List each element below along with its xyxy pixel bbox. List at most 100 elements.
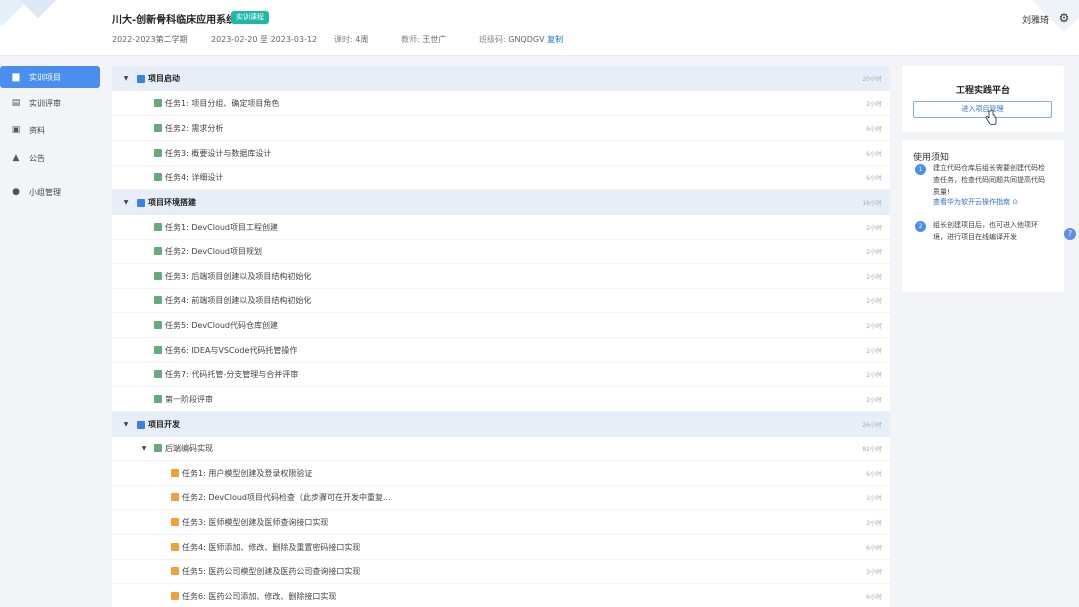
task-label: 任务5: 医药公司模型创建及医药公司查询接口实现 (182, 566, 361, 576)
task-row[interactable]: 任务4: 详细设计 6小时 (112, 165, 890, 190)
task-icon (171, 567, 179, 575)
section-hours: 26小时 (862, 422, 882, 429)
task-label: 任务3: 后端项目创建以及项目结构初始化 (165, 271, 312, 281)
teacher-value: 王世广 (422, 35, 447, 44)
task-doc-icon (154, 247, 162, 255)
hand-cursor-icon (985, 110, 997, 125)
section-icon (137, 420, 145, 429)
task-row[interactable]: 任务4: 医师添加、修改、删除及重置密码接口实现 6小时 (112, 535, 890, 560)
section-hours: 16小时 (862, 200, 882, 207)
section-environment-setup[interactable]: ▼ 项目环境搭建 16小时 (112, 190, 890, 215)
task-hours: 6小时 (866, 544, 882, 552)
task-doc-icon (154, 223, 162, 231)
section-hours: 20小时 (862, 76, 882, 83)
gear-icon[interactable]: ⚙ (1057, 11, 1071, 25)
task-row[interactable]: 任务1: DevCloud项目工程创建 2小时 (112, 215, 890, 240)
task-icon (171, 543, 179, 551)
username[interactable]: 刘雅琦 (1022, 13, 1049, 26)
sidebar-item-announcements[interactable]: ▲ 公告 (0, 147, 100, 169)
duration-label: 课时: (334, 35, 353, 44)
task-label: 任务5: DevCloud代码仓库创建 (165, 320, 278, 330)
task-label: 任务6: IDEA与VSCode代码托管操作 (165, 345, 298, 355)
sidebar-item-groups[interactable]: ● 小组管理 (0, 181, 100, 203)
bell-icon: ▲ (12, 153, 20, 163)
review-icon: ▤ (11, 98, 21, 108)
task-label: 任务3: 医师模型创建及医师查询接口实现 (182, 517, 329, 527)
task-hours: 6小时 (866, 593, 882, 601)
task-doc-icon (154, 149, 162, 157)
task-label: 任务1: 用户模型创建及登录权限验证 (182, 468, 313, 478)
group-icon: ● (12, 187, 20, 197)
task-row[interactable]: 任务5: DevCloud代码仓库创建 2小时 (112, 313, 890, 338)
section-icon (137, 74, 145, 83)
section-icon (137, 198, 145, 207)
task-hours: 6小时 (866, 150, 882, 158)
task-row[interactable]: 任务3: 后端项目创建以及项目结构初始化 2小时 (112, 264, 890, 289)
task-doc-icon (154, 370, 162, 378)
chevron-down-icon[interactable]: ▼ (122, 199, 130, 206)
copy-button[interactable]: 复制 (547, 35, 563, 44)
task-icon (171, 518, 179, 526)
guide-link-label: 查看华为软开云操作指南 (933, 198, 1010, 206)
usage-notice-card: 使用须知 1 建立代码仓库后组长需要创建代码检查任务，检查代码同题共同提高代码质… (902, 140, 1064, 292)
platform-title: 工程实践平台 (955, 86, 1010, 96)
sidebar-item-review[interactable]: ▤ 实训评审 (0, 92, 100, 114)
task-row[interactable]: 任务4: 前端项目创建以及项目结构初始化 2小时 (112, 288, 890, 313)
help-icon[interactable]: ? (1064, 228, 1076, 240)
sidebar-item-label: 实训项目 (29, 72, 61, 82)
task-doc-icon (154, 346, 162, 354)
task-row[interactable]: 任务1: 项目分组、确定项目角色 2小时 (112, 91, 890, 116)
section-project-start[interactable]: ▼ 项目启动 20小时 (112, 66, 890, 91)
task-icon (171, 592, 179, 600)
class-code: 班级码: GNQDGV 复制 (479, 34, 563, 45)
guide-link[interactable]: 查看华为软开云操作指南 ⊙ (933, 197, 1018, 207)
section-project-development[interactable]: ▼ 项目开发 26小时 (112, 412, 890, 437)
task-row[interactable]: 任务1: 用户模型创建及登录权限验证 6小时 (112, 461, 890, 486)
files-icon: ▣ (11, 125, 21, 135)
enter-project-management-button[interactable]: 进入项目管理 (913, 101, 1052, 118)
task-row[interactable]: 任务2: 需求分析 6小时 (112, 116, 890, 141)
chevron-down-icon[interactable]: ▼ (122, 75, 130, 82)
sidebar-item-label: 资料 (29, 125, 45, 135)
task-doc-icon (154, 272, 162, 280)
teacher-label: 教师: (401, 35, 420, 44)
teacher: 教师: 王世广 (401, 34, 446, 45)
task-doc-icon (154, 395, 162, 403)
task-label: 任务4: 详细设计 (165, 172, 224, 182)
duration: 课时: 4周 (334, 34, 368, 45)
sidebar-item-label: 实训评审 (29, 98, 61, 108)
task-row[interactable]: 任务3: 概要设计与数据库设计 6小时 (112, 141, 890, 166)
folder-icon: ▆ (12, 72, 20, 82)
task-label: 任务2: 需求分析 (165, 123, 224, 133)
semester: 2022-2023第二学期 (112, 35, 188, 44)
task-row[interactable]: 任务2: DevCloud项目规划 2小时 (112, 239, 890, 264)
task-icon (171, 493, 179, 501)
course-title: 川大-创新骨科临床应用系统 (112, 15, 237, 26)
task-row[interactable]: 任务6: IDEA与VSCode代码托管操作 2小时 (112, 338, 890, 363)
task-doc-icon (154, 124, 162, 132)
sidebar-item-projects[interactable]: ▆ 实训项目 (0, 66, 100, 88)
chevron-down-icon[interactable]: ▼ (122, 421, 130, 428)
platform-card: 工程实践平台 进入项目管理 (902, 66, 1064, 132)
task-row[interactable]: 任务6: 医药公司添加、修改、删除接口实现 6小时 (112, 584, 890, 607)
chevron-down-icon[interactable]: ▼ (140, 445, 148, 452)
header-decoration (0, 0, 70, 56)
task-doc-icon (154, 296, 162, 304)
task-hours: 2小时 (866, 248, 882, 256)
sidebar-item-files[interactable]: ▣ 资料 (0, 119, 100, 141)
task-row[interactable]: 任务3: 医师模型创建及医师查询接口实现 3小时 (112, 510, 890, 535)
class-code-label: 班级码: (479, 35, 506, 44)
subsection-hours: 82小时 (862, 445, 882, 453)
notice-1: 建立代码仓库后组长需要创建代码检查任务，检查代码同题共同提高代码质量! (933, 164, 1045, 196)
task-hours: 2小时 (866, 273, 882, 281)
task-doc-icon (154, 99, 162, 107)
subsection-backend[interactable]: ▼ 后端编码实现 82小时 (112, 436, 890, 461)
task-label: 任务1: 项目分组、确定项目角色 (165, 98, 280, 108)
task-row[interactable]: 第一阶段评审 2小时 (112, 387, 890, 412)
task-row[interactable]: 任务2: DevCloud项目代码检查（此步骤可在开发中重复... 1小时 (112, 485, 890, 510)
task-hours: 6小时 (866, 174, 882, 182)
task-row[interactable]: 任务5: 医药公司模型创建及医药公司查询接口实现 3小时 (112, 559, 890, 584)
task-row[interactable]: 任务7: 代码托管-分支管理与合并评审 2小时 (112, 362, 890, 387)
task-hours: 2小时 (866, 224, 882, 232)
task-label: 任务3: 概要设计与数据库设计 (165, 148, 272, 158)
